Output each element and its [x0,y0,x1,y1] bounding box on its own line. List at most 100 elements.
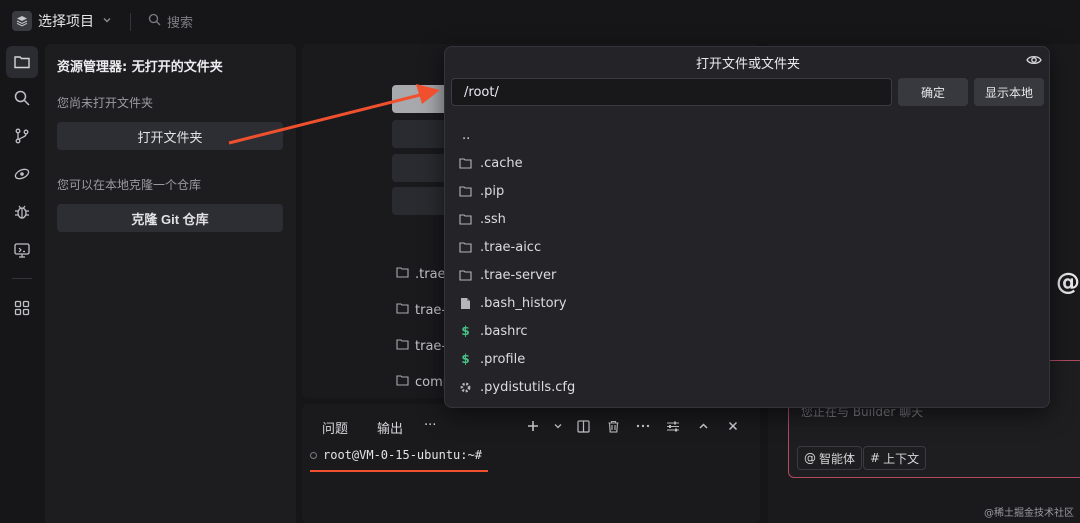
confirm-button[interactable]: 确定 [898,78,968,106]
hash-icon: # [870,451,881,465]
source-control-icon[interactable] [6,120,38,152]
chevron-up-icon[interactable] [692,416,714,436]
project-selector[interactable]: 选择项目 [12,11,112,31]
path-input[interactable] [451,78,892,106]
remote-explorer-icon[interactable] [6,234,38,266]
list-item-label: .trae-aicc [480,239,542,255]
list-item[interactable]: $ .bashrc [445,317,1051,345]
shell-icon: $ [461,324,470,338]
no-folder-text: 您尚未打开文件夹 [57,96,154,110]
explorer-icon[interactable] [6,46,38,78]
folder-icon [396,302,409,318]
agent-chip-label: 智能体 [819,451,856,466]
folder-icon [459,185,472,198]
chevron-down-icon [102,15,112,28]
extensions-icon[interactable] [6,292,38,324]
list-item[interactable]: .pip [445,177,1051,205]
recent-item[interactable]: trae- [396,338,446,354]
explorer-sidebar: 资源管理器: 无打开的文件夹 您尚未打开文件夹 打开文件夹 您可以在本地克隆一个… [45,44,296,523]
folder-icon [459,241,472,254]
show-local-button[interactable]: 显示本地 [974,78,1044,106]
activity-bar [0,44,44,523]
folder-icon [459,157,472,170]
folder-icon [396,338,409,354]
folder-icon [396,374,409,390]
recent-item-label: .trae [415,266,446,282]
terminal-status-icon [310,451,317,459]
welcome-action-button[interactable] [392,85,452,113]
list-item-label: .pydistutils.cfg [480,379,576,395]
terminal-prompt: root@VM-0-15-ubuntu:~# [323,448,482,462]
list-item-label: .bash_history [480,295,567,311]
list-item[interactable]: .trae-aicc [445,233,1051,261]
search-icon[interactable] [6,82,38,114]
list-item[interactable]: $ .profile [445,345,1051,373]
list-item[interactable]: .cache [445,149,1051,177]
gear-icon [459,381,472,394]
global-search[interactable]: 搜索 [148,12,193,31]
chat-at-symbol: @ [1056,268,1080,296]
eye-icon[interactable] [1025,52,1043,68]
file-list: .. .cache .pip .ssh .trae-aicc .trae-ser… [445,113,1051,403]
list-item-label: .ssh [480,211,506,227]
tab-problems[interactable]: 问题 [322,418,348,437]
welcome-action-button[interactable] [392,120,452,148]
recent-item[interactable]: comp [396,374,451,390]
clone-text: 您可以在本地克隆一个仓库 [57,178,202,192]
chevron-down-icon[interactable] [552,416,564,436]
split-icon[interactable] [572,416,594,436]
panel-toolbar [522,416,744,436]
context-chip-label: 上下文 [883,451,920,466]
tab-more[interactable]: ··· [424,418,436,433]
search-icon [148,13,161,30]
dialog-title: 打开文件或文件夹 [695,57,800,72]
list-item[interactable]: .ssh [445,205,1051,233]
list-item-label: .pip [480,183,505,199]
topbar-divider [130,13,131,31]
file-icon [459,297,472,310]
folder-icon [459,213,472,226]
welcome-action-button[interactable] [392,154,452,182]
recent-item-label: trae- [415,338,447,354]
welcome-action-button[interactable] [392,187,452,215]
watermark: @稀土掘金技术社区 [984,508,1074,519]
list-item[interactable]: .bash_history [445,289,1051,317]
annotation-underline [310,470,488,472]
list-item-label: .profile [480,351,526,367]
project-logo-icon [12,11,32,31]
close-icon[interactable] [722,416,744,436]
search-label: 搜索 [167,16,194,31]
more-icon[interactable] [632,416,654,436]
list-item-label: .bashrc [480,323,528,339]
project-label: 选择项目 [38,14,94,30]
folder-icon [459,269,472,282]
folder-icon [396,266,409,282]
terminal-line[interactable]: root@VM-0-15-ubuntu:~# [310,448,482,462]
activity-separator [12,278,32,279]
context-chip[interactable]: # 上下文 [863,446,927,470]
agent-chip[interactable]: @ 智能体 [797,446,863,470]
recent-item-label: trae- [415,302,447,318]
clone-git-button[interactable]: 克隆 Git 仓库 [57,204,283,232]
title-bar: 选择项目 搜索 [0,0,1080,44]
list-item[interactable]: .pydistutils.cfg [445,373,1051,401]
open-folder-button[interactable]: 打开文件夹 [57,122,283,150]
at-icon: @ [804,451,816,465]
list-item-label: .trae-server [480,267,557,283]
list-item[interactable]: .trae-server [445,261,1051,289]
recent-item[interactable]: .trae [396,266,446,282]
explorer-title: 资源管理器: 无打开的文件夹 [57,60,223,75]
plus-icon[interactable] [522,416,544,436]
bottom-panel: 问题 输出 ··· root@VM-0-15-ubuntu:~# [302,404,760,523]
remote-icon[interactable] [6,158,38,190]
debug-icon[interactable] [6,196,38,228]
recent-item[interactable]: trae- [396,302,446,318]
settings-sliders-icon[interactable] [662,416,684,436]
list-item[interactable]: .. [445,121,1051,149]
open-file-dialog: 打开文件或文件夹 确定 显示本地 .. .cache .pip .ssh .tr… [444,46,1050,408]
list-item-label: .cache [480,155,523,171]
list-item-label: .. [462,127,471,143]
shell-icon: $ [461,352,470,366]
tab-output[interactable]: 输出 [377,418,403,437]
trash-icon[interactable] [602,416,624,436]
